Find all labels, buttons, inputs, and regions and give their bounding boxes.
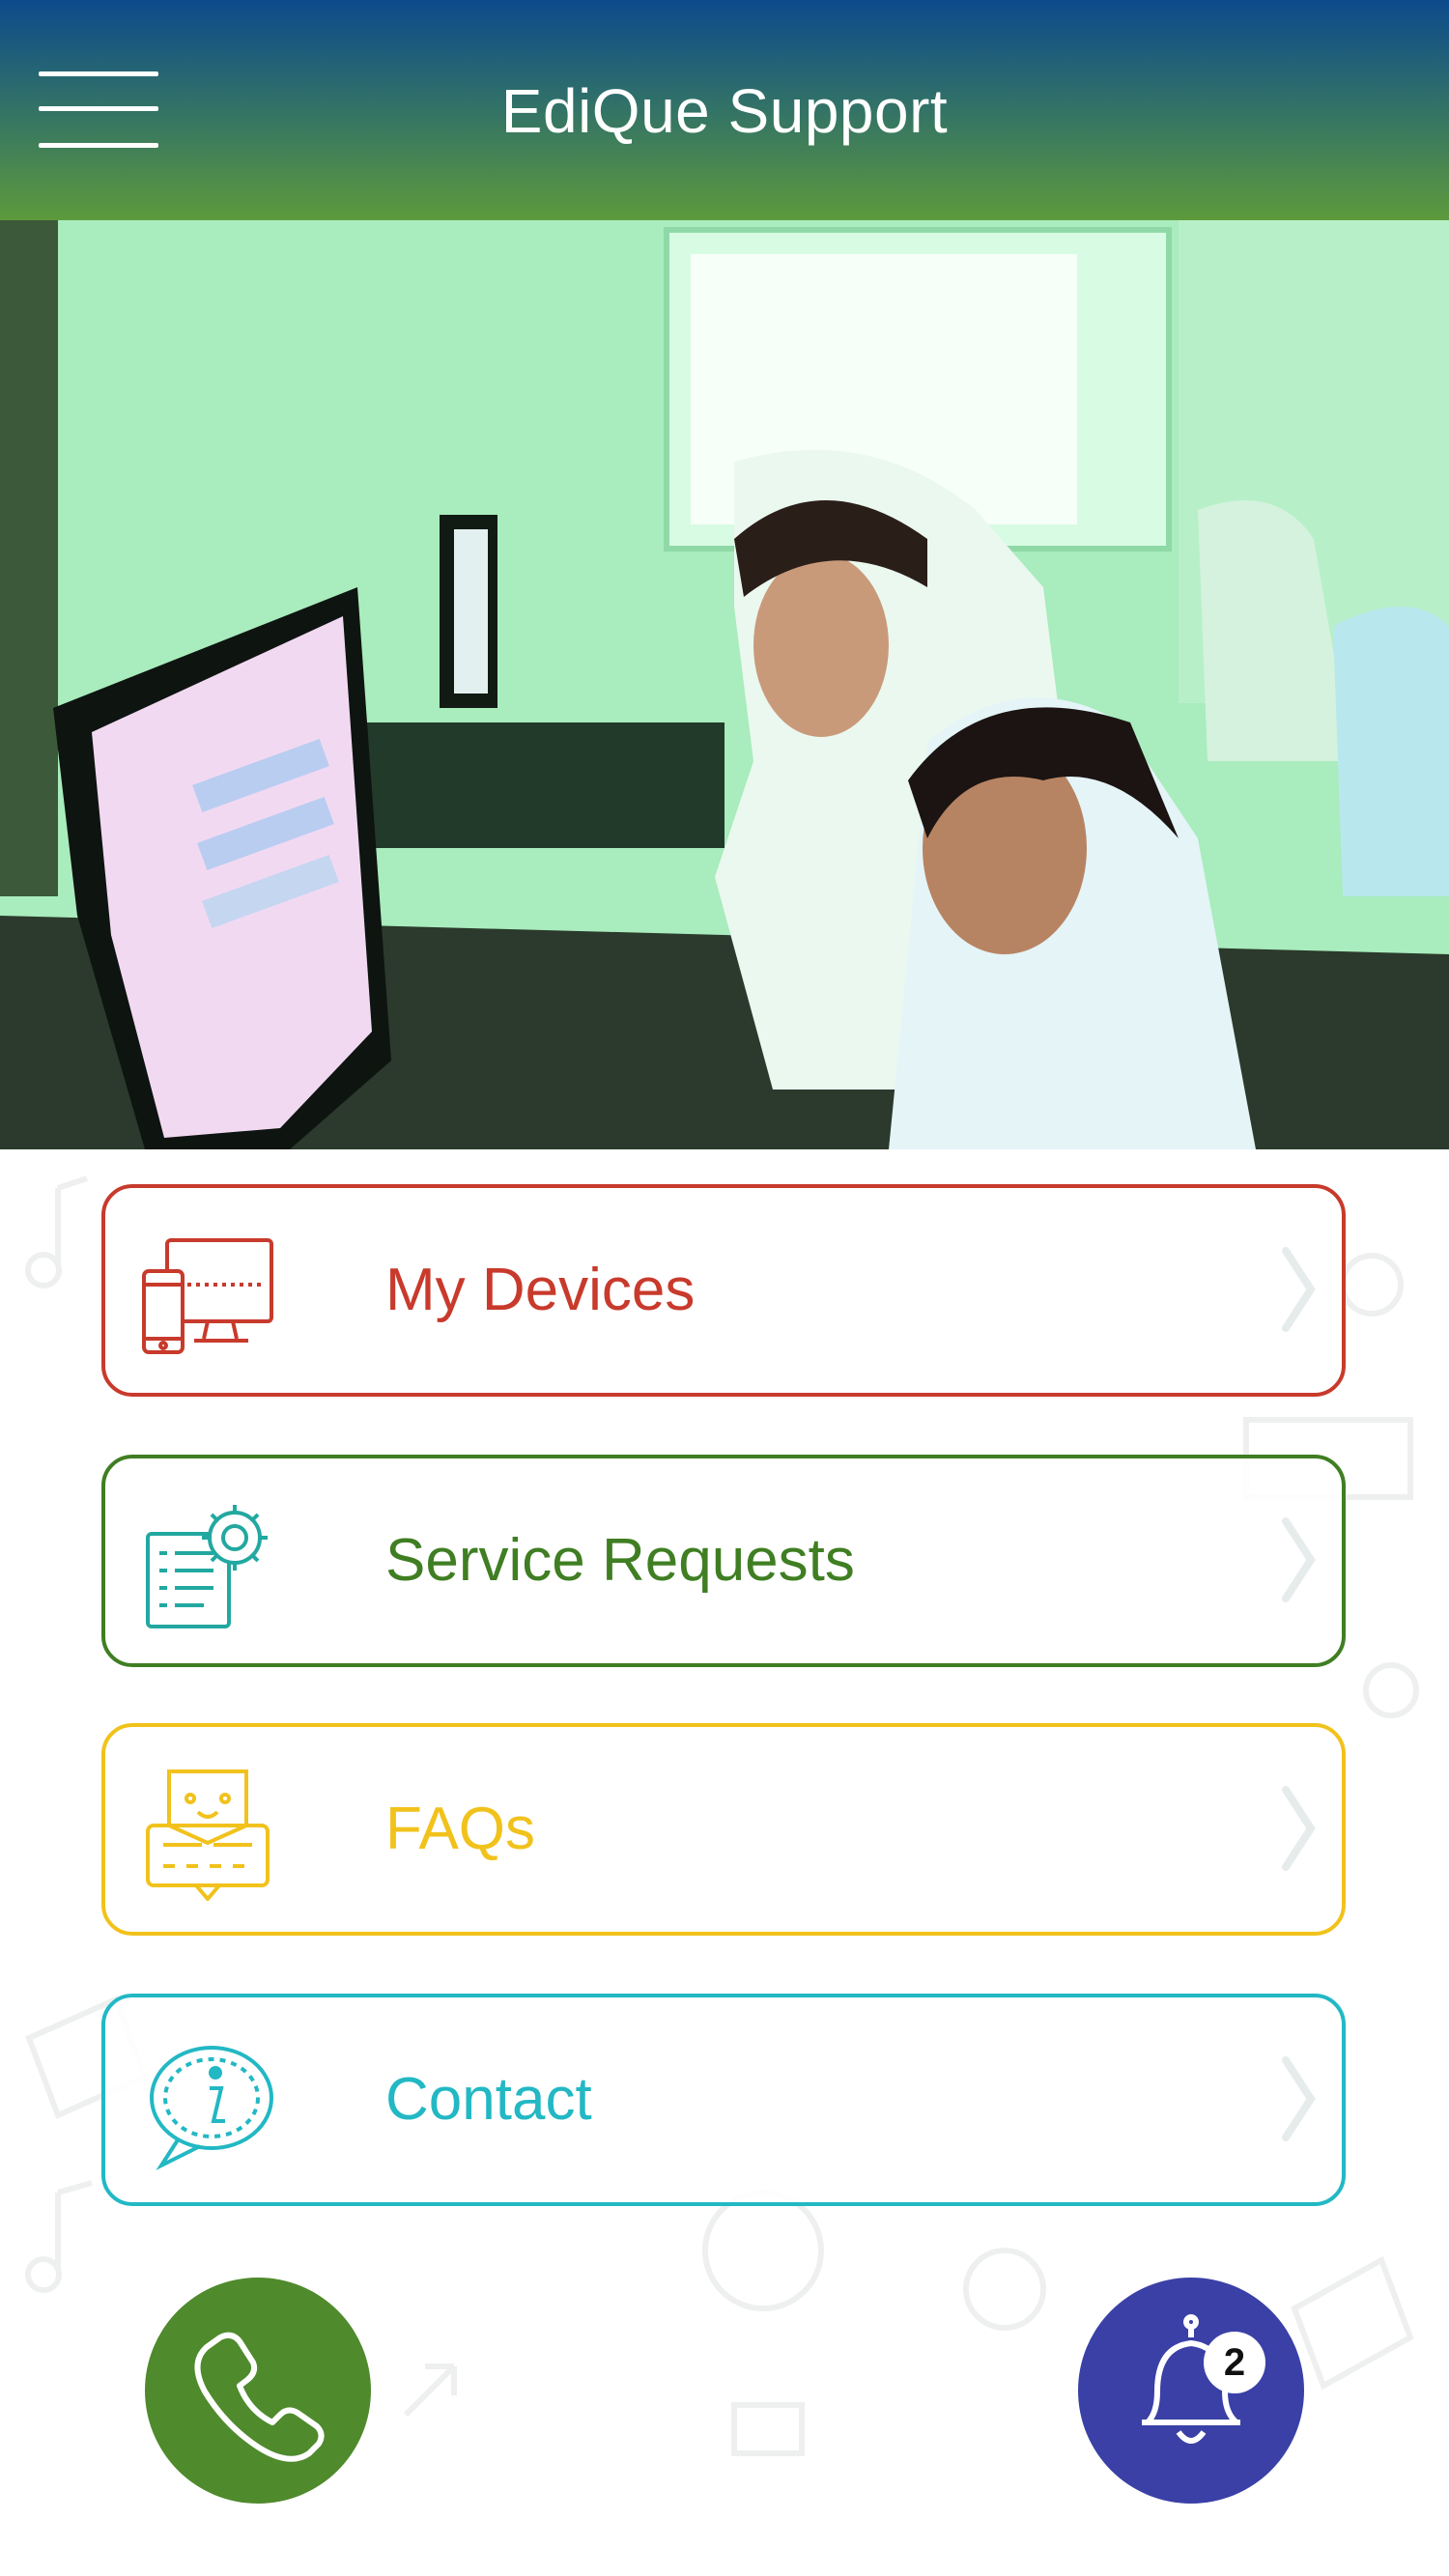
app-header: EdiQue Support (0, 0, 1449, 220)
notification-count-badge: 2 (1204, 2332, 1265, 2393)
call-button[interactable] (145, 2278, 371, 2504)
notifications-button[interactable] (1078, 2278, 1304, 2504)
hero-illustration (0, 220, 1449, 1149)
faq-chat-icon (146, 1769, 270, 1901)
service-requests-label: Service Requests (385, 1527, 855, 1594)
bell-icon (1142, 2314, 1240, 2444)
phone-icon (194, 2332, 325, 2462)
chevron-right-icon (1282, 1517, 1316, 1602)
my-devices-card[interactable]: My Devices (101, 1184, 1346, 1397)
faqs-card[interactable]: FAQs (101, 1723, 1346, 1936)
app-title: EdiQue Support (500, 76, 949, 146)
faqs-label: FAQs (385, 1796, 536, 1862)
hero-photo (0, 220, 1449, 1149)
info-bubble-icon (150, 2046, 273, 2171)
chevron-right-icon (1282, 1247, 1316, 1332)
contact-label: Contact (385, 2066, 592, 2133)
service-gear-icon (146, 1505, 268, 1628)
contact-card[interactable]: Contact (101, 1994, 1346, 2206)
service-requests-card[interactable]: Service Requests (101, 1455, 1346, 1667)
my-devices-label: My Devices (385, 1257, 696, 1323)
chevron-right-icon (1282, 1786, 1316, 1871)
devices-icon (142, 1238, 273, 1354)
chevron-right-icon (1282, 2056, 1316, 2141)
